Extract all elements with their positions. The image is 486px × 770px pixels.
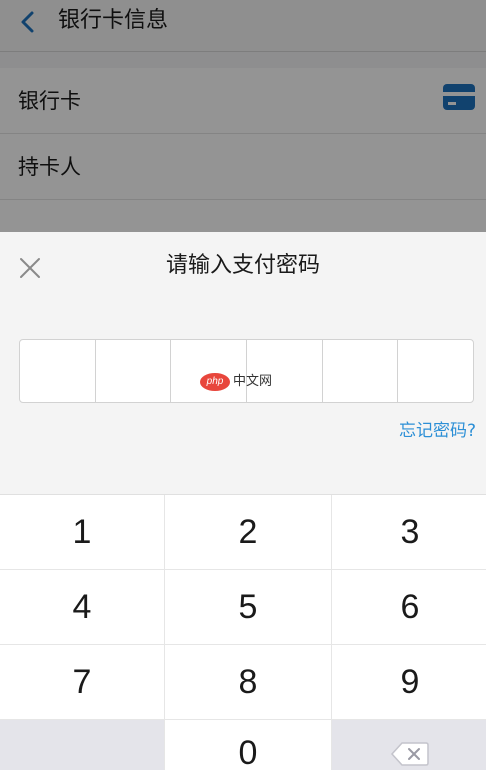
- key-5[interactable]: 5: [165, 570, 331, 644]
- watermark-text: 中文网: [233, 374, 273, 389]
- key-2[interactable]: 2: [165, 495, 331, 569]
- payment-page: 银行卡信息 银行卡 持卡人 请输入支付密码 php 中文网 忘记密码? 1 2 …: [0, 0, 486, 770]
- key-8[interactable]: 8: [165, 645, 331, 719]
- backspace-key[interactable]: [332, 720, 486, 770]
- backspace-icon: [390, 742, 429, 766]
- key-0[interactable]: 0: [165, 720, 331, 770]
- forgot-password-link[interactable]: 忘记密码?: [399, 418, 476, 444]
- password-digit-cell[interactable]: [96, 340, 172, 402]
- watermark-logo: php: [200, 373, 230, 391]
- dialog-title: 请输入支付密码: [165, 253, 320, 278]
- password-digit-cell[interactable]: [398, 340, 473, 402]
- password-digit-cell[interactable]: [20, 340, 96, 402]
- key-6[interactable]: 6: [332, 570, 486, 644]
- password-digit-cell[interactable]: [323, 340, 399, 402]
- key-4[interactable]: 4: [0, 570, 164, 644]
- key-7[interactable]: 7: [0, 645, 164, 719]
- payment-password-sheet: 请输入支付密码 php 中文网 忘记密码? 1 2 3 4 5 6 7 8 9 …: [0, 232, 486, 770]
- key-1[interactable]: 1: [0, 495, 164, 569]
- key-blank: [0, 720, 164, 770]
- modal-overlay[interactable]: [0, 0, 486, 232]
- key-9[interactable]: 9: [332, 645, 486, 719]
- key-3[interactable]: 3: [332, 495, 486, 569]
- watermark: php 中文网: [200, 371, 272, 393]
- numeric-keypad: 1 2 3 4 5 6 7 8 9 0: [0, 494, 486, 770]
